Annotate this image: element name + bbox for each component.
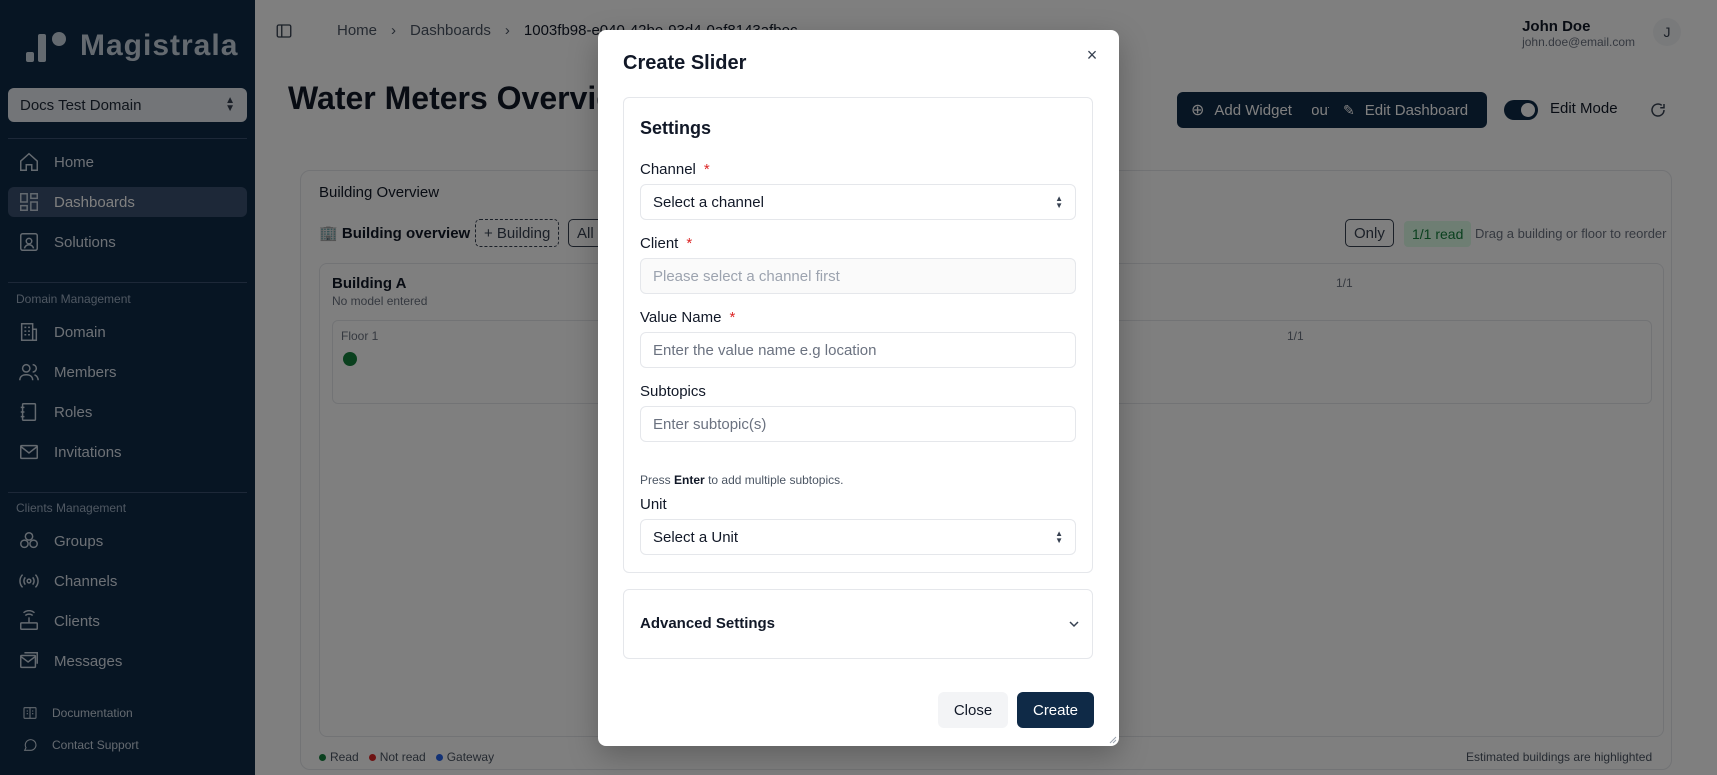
subtopics-label: Subtopics	[640, 383, 706, 400]
settings-title: Settings	[640, 118, 712, 138]
value-name-label: Value Name *	[640, 309, 736, 326]
required-mark: *	[686, 235, 693, 252]
client-select: Please select a channel first	[640, 258, 1076, 294]
close-button[interactable]: Close	[938, 692, 1008, 728]
unit-select[interactable]: Select a Unit ▲ ▼	[640, 519, 1076, 555]
subtopics-hint: Press Enter to add multiple subtopics.	[640, 473, 844, 487]
client-label: Client *	[640, 235, 693, 252]
dialog-title: Create Slider	[623, 52, 747, 74]
required-mark: *	[703, 161, 710, 178]
unit-select-value: Select a Unit	[653, 528, 739, 546]
create-slider-dialog: Create Slider × Settings Channel * Select…	[598, 30, 1119, 746]
create-button[interactable]: Create	[1017, 692, 1094, 728]
required-mark: *	[729, 309, 736, 326]
advanced-settings-title: Advanced Settings	[640, 615, 776, 632]
settings-section: Settings Channel * Select a channel ▲ ▼ Cl…	[623, 97, 1093, 573]
chevron-up-down-icon: ▲▼	[1055, 194, 1063, 210]
chevron-up-down-icon: ▲▼	[1055, 529, 1063, 545]
subtopics-placeholder: Enter subtopic(s)	[653, 415, 767, 433]
chevron-down-icon	[1069, 621, 1079, 628]
value-name-placeholder: Enter the value name e.g location	[653, 341, 877, 359]
subtopics-input[interactable]: Enter subtopic(s)	[640, 406, 1076, 442]
channel-label: Channel *	[640, 161, 710, 178]
client-placeholder: Please select a channel first	[653, 267, 840, 285]
close-icon[interactable]: ×	[1083, 46, 1101, 64]
advanced-settings-accordion[interactable]: Advanced Settings	[623, 589, 1093, 659]
unit-label: Unit	[640, 496, 667, 513]
channel-select[interactable]: Select a channel ▲ ▼	[640, 184, 1076, 220]
channel-select-value: Select a channel	[653, 193, 764, 211]
enter-key: Enter	[674, 473, 705, 487]
value-name-input[interactable]: Enter the value name e.g location	[640, 332, 1076, 368]
resize-handle-icon[interactable]	[1109, 736, 1117, 744]
